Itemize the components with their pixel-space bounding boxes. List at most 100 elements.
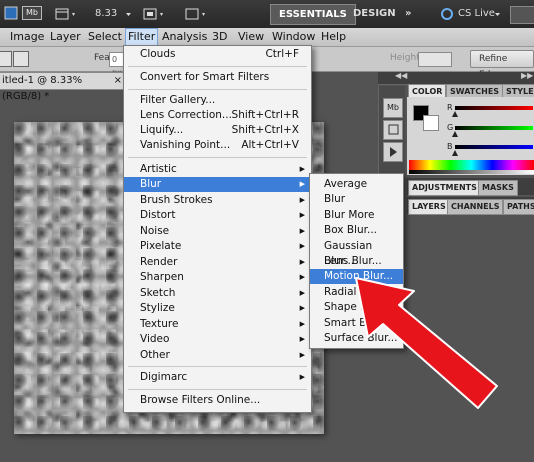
menu-item-shortcut: Alt+Ctrl+V — [241, 139, 299, 151]
menu-view[interactable]: View — [238, 29, 264, 45]
submenu-arrow-icon: ▶ — [299, 289, 305, 297]
tab-channels[interactable]: CHANNELS — [447, 199, 504, 215]
close-document-icon[interactable]: × — [114, 73, 122, 89]
menu-item-artistic[interactable]: Artistic ▶ — [124, 162, 311, 177]
slider-g-handle-icon[interactable] — [452, 131, 458, 137]
cs-live-button[interactable]: CS Live — [458, 6, 495, 22]
arrange-documents-icon[interactable] — [142, 6, 166, 22]
menu-item-label: Shape Blur... — [324, 301, 391, 313]
submenu-item-average[interactable]: Average — [310, 177, 403, 192]
slider-b[interactable] — [455, 145, 533, 149]
height-input[interactable] — [418, 52, 452, 67]
menu-item-label: Box Blur... — [324, 224, 377, 236]
menu-layer[interactable]: Layer — [50, 29, 81, 45]
slider-r[interactable] — [455, 106, 533, 110]
screen-mode-icon[interactable] — [184, 6, 208, 22]
menu-item-brush-strokes[interactable]: Brush Strokes ▶ — [124, 193, 311, 208]
menu-item-sharpen[interactable]: Sharpen ▶ — [124, 270, 311, 285]
menu-help[interactable]: Help — [321, 29, 346, 45]
submenu-item-smart-blur[interactable]: Smart Blur... — [310, 316, 403, 331]
menu-item-label: Sharpen — [140, 271, 184, 283]
submenu-item-surface-blur[interactable]: Surface Blur... — [310, 331, 403, 346]
collapse-dock-icon[interactable]: ◀◀ — [395, 71, 407, 80]
menu-item-clouds[interactable]: Clouds Ctrl+F — [124, 47, 311, 62]
menu-filter[interactable]: Filter — [125, 28, 159, 46]
menu-item-label: Blur — [140, 178, 162, 190]
menu-item-other[interactable]: Other ▶ — [124, 348, 311, 363]
background-color-swatch[interactable] — [423, 115, 439, 131]
menu-item-label: Smart Blur... — [324, 317, 390, 329]
menu-item-stylize[interactable]: Stylize ▶ — [124, 301, 311, 316]
tab-paths[interactable]: PATHS — [503, 199, 534, 215]
menu-select[interactable]: Select — [88, 29, 122, 45]
submenu-item-radial-blur[interactable]: Radial Blur... — [310, 285, 403, 300]
menu-item-vanishing-point[interactable]: Vanishing Point... Alt+Ctrl+V — [124, 138, 311, 153]
slider-g[interactable] — [455, 126, 533, 130]
submenu-item-blur[interactable]: Blur — [310, 192, 403, 207]
menu-item-label: Liquify... — [140, 124, 184, 136]
mini-bridge-panel-button[interactable]: Mb — [383, 98, 403, 118]
tab-layers[interactable]: LAYERS — [408, 199, 450, 215]
cs-live-dropdown-icon[interactable] — [494, 6, 502, 22]
submenu-item-blur-more[interactable]: Blur More — [310, 208, 403, 223]
document-title: itled-1 @ 8.33% (RGB/8) * — [2, 75, 83, 102]
menu-item-filter-gallery[interactable]: Filter Gallery... — [124, 93, 311, 108]
actions-panel-icon[interactable] — [383, 142, 403, 162]
menu-item-label: Noise — [140, 225, 170, 237]
grayscale-ramp[interactable] — [409, 170, 534, 174]
menu-item-browse-filters-online[interactable]: Browse Filters Online... — [124, 393, 311, 408]
menu-item-blur[interactable]: Blur ▶ — [124, 177, 311, 192]
submenu-item-gaussian-blur[interactable]: Gaussian Blur... — [310, 239, 403, 267]
minimize-button[interactable] — [510, 6, 534, 24]
tab-adjustments[interactable]: ADJUSTMENTS — [408, 180, 481, 196]
mini-bridge-button[interactable]: Mb — [22, 6, 42, 20]
menu-item-lens-correction[interactable]: Lens Correction... Shift+Ctrl+R — [124, 108, 311, 123]
submenu-item-shape-blur[interactable]: Shape Blur... — [310, 300, 403, 315]
selection-mode-icon[interactable] — [0, 51, 12, 67]
menu-item-digimarc[interactable]: Digimarc ▶ — [124, 370, 311, 385]
expand-dock-icon[interactable]: ▶▶ — [521, 71, 533, 80]
menu-item-video[interactable]: Video ▶ — [124, 332, 311, 347]
menu-separator — [128, 66, 307, 67]
menu-item-distort[interactable]: Distort ▶ — [124, 208, 311, 223]
menu-item-label: Render — [140, 256, 178, 268]
submenu-arrow-icon: ▶ — [299, 258, 305, 266]
menu-item-render[interactable]: Render ▶ — [124, 255, 311, 270]
submenu-item-lens-blur[interactable]: Lens Blur... — [310, 254, 403, 269]
zoom-level[interactable]: 8.33 — [95, 6, 117, 22]
menu-item-label: Other — [140, 349, 170, 361]
menu-window[interactable]: Window — [272, 29, 315, 45]
menu-item-texture[interactable]: Texture ▶ — [124, 317, 311, 332]
ps-logo-icon — [4, 6, 18, 22]
slider-r-handle-icon[interactable] — [452, 111, 458, 117]
slider-b-handle-icon[interactable] — [452, 150, 458, 156]
more-workspaces-button[interactable]: » — [405, 4, 411, 23]
menu-item-label: Blur — [324, 193, 346, 205]
menu-item-label: Sketch — [140, 287, 176, 299]
view-extras-icon[interactable] — [54, 6, 78, 22]
refine-edge-button[interactable]: Refine Edge... — [470, 50, 534, 80]
menu-analysis[interactable]: Analysis — [162, 29, 207, 45]
workspace-essentials-button[interactable]: ESSENTIALS — [270, 4, 356, 25]
submenu-item-motion-blur[interactable]: Motion Blur... — [310, 269, 403, 284]
menu-item-label: Blur More — [324, 209, 375, 221]
tab-masks[interactable]: MASKS — [478, 180, 518, 196]
menu-item-convert-smart-filters[interactable]: Convert for Smart Filters — [124, 70, 311, 85]
menu-item-pixelate[interactable]: Pixelate ▶ — [124, 239, 311, 254]
menu-separator — [128, 366, 307, 367]
submenu-item-box-blur[interactable]: Box Blur... — [310, 223, 403, 238]
workspace-design-button[interactable]: DESIGN — [353, 4, 396, 23]
menu-image[interactable]: Image — [10, 29, 44, 45]
zoom-dropdown-icon[interactable] — [124, 6, 134, 22]
menu-item-liquify[interactable]: Liquify... Shift+Ctrl+X — [124, 123, 311, 138]
history-panel-icon[interactable] — [383, 120, 403, 140]
filter-menu: Clouds Ctrl+F Convert for Smart Filters … — [123, 45, 312, 413]
menu-item-label: Pixelate — [140, 240, 182, 252]
menu-item-sketch[interactable]: Sketch ▶ — [124, 286, 311, 301]
document-tab[interactable]: itled-1 @ 8.33% (RGB/8) * × — [0, 72, 125, 102]
menu-3d[interactable]: 3D — [212, 29, 227, 45]
add-selection-icon[interactable] — [13, 51, 29, 67]
menu-item-noise[interactable]: Noise ▶ — [124, 224, 311, 239]
cs-live-icon[interactable] — [440, 6, 454, 22]
submenu-arrow-icon: ▶ — [299, 320, 305, 328]
